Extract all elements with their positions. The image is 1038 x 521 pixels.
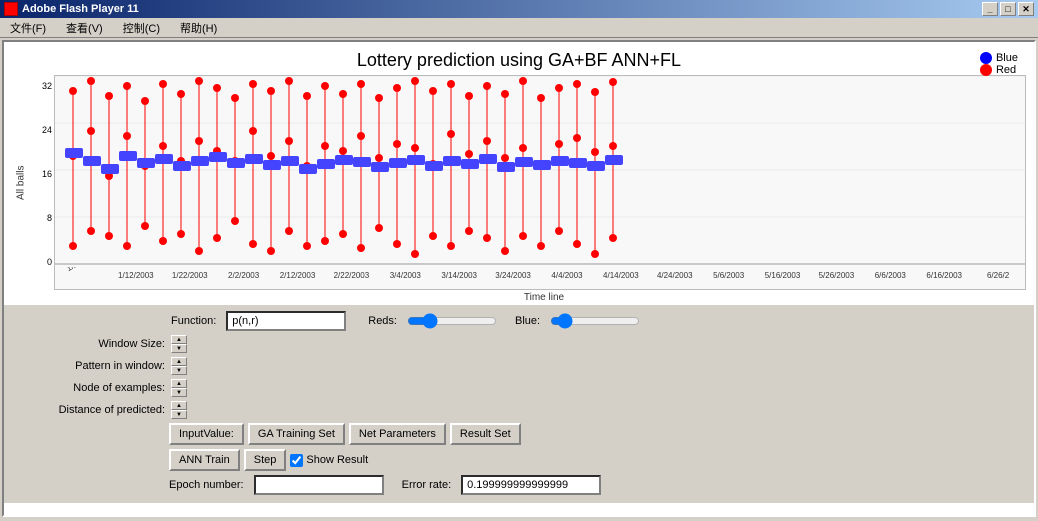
menu-help[interactable]: 帮助(H) <box>174 18 223 38</box>
distance-spinner: ▲ ▼ <box>171 401 187 419</box>
legend-red: Red <box>980 64 1018 76</box>
pattern-down[interactable]: ▼ <box>171 366 187 375</box>
show-result-checkbox[interactable] <box>290 454 303 467</box>
chart-legend: Blue Red <box>980 52 1018 76</box>
window-controls: _ □ ✕ <box>982 2 1034 16</box>
x-tick-5: 2/12/2003 <box>271 271 325 289</box>
function-row: Function: Reds: Blue: <box>20 311 1018 331</box>
node-down[interactable]: ▼ <box>171 388 187 397</box>
y-tick-16: 16 <box>30 169 52 179</box>
x-tick-13: 5/6/2003 <box>702 271 756 289</box>
y-tick-8: 8 <box>30 213 52 223</box>
distance-up[interactable]: ▲ <box>171 401 187 410</box>
x-tick-4: 2/2/2003 <box>217 271 271 289</box>
restore-button[interactable]: □ <box>1000 2 1016 16</box>
window-size-row: Window Size: ▲ ▼ <box>20 335 1018 353</box>
error-input[interactable] <box>461 475 601 495</box>
y-axis-ticks: 32 24 16 8 0 <box>30 79 54 269</box>
window-size-down[interactable]: ▼ <box>171 344 187 353</box>
close-button[interactable]: ✕ <box>1018 2 1034 16</box>
pattern-row: Pattern in window: ▲ ▼ <box>20 357 1018 375</box>
x-tick-3: 1/22/2003 <box>163 271 217 289</box>
title-bar: Adobe Flash Player 11 _ □ ✕ <box>0 0 1038 18</box>
function-input[interactable] <box>226 311 346 331</box>
app-icon <box>4 2 18 16</box>
x-tick-16: 6/6/2003 <box>863 271 917 289</box>
minimize-button[interactable]: _ <box>982 2 998 16</box>
window-size-up[interactable]: ▲ <box>171 335 187 344</box>
x-tick-12: 4/24/2003 <box>648 271 702 289</box>
x-tick-15: 5/26/2003 <box>809 271 863 289</box>
x-tick-7: 3/4/2003 <box>378 271 432 289</box>
menu-file[interactable]: 文件(F) <box>4 18 52 38</box>
blue-slider[interactable] <box>550 314 640 328</box>
reds-label: Reds: <box>368 315 397 327</box>
x-tick-2: 1/12/2003 <box>109 271 163 289</box>
x-tick-9: 3/24/2003 <box>486 271 540 289</box>
show-result-text: Show Result <box>306 454 368 466</box>
buttons-row-1: InputValue: GA Training Set Net Paramete… <box>169 423 1018 445</box>
distance-row: Distance of predicted: ▲ ▼ <box>20 401 1018 419</box>
epoch-input[interactable] <box>254 475 384 495</box>
x-tick-8: 3/14/2003 <box>432 271 486 289</box>
y-tick-0: 0 <box>30 257 52 267</box>
chart-svg <box>55 76 1025 266</box>
step-button[interactable]: Step <box>244 449 287 471</box>
legend-blue: Blue <box>980 52 1018 64</box>
epoch-row: Epoch number: Error rate: <box>169 475 1018 495</box>
menu-bar: 文件(F) 查看(V) 控制(C) 帮助(H) <box>0 18 1038 38</box>
menu-view[interactable]: 查看(V) <box>60 18 109 38</box>
pattern-up[interactable]: ▲ <box>171 357 187 366</box>
input-value-button[interactable]: InputValue: <box>169 423 244 445</box>
function-text-label: Function: <box>171 315 216 327</box>
chart-title: Lottery prediction using GA+BF ANN+FL <box>4 42 1034 75</box>
result-set-button[interactable]: Result Set <box>450 423 521 445</box>
show-result-label: Show Result <box>290 449 368 471</box>
node-up[interactable]: ▲ <box>171 379 187 388</box>
red-dot <box>980 64 992 76</box>
y-tick-24: 24 <box>30 125 52 135</box>
distance-label: Distance of predicted: <box>20 404 165 416</box>
x-tick-18: 6/26/2 <box>971 271 1025 289</box>
error-label: Error rate: <box>402 479 452 491</box>
window-title: Adobe Flash Player 11 <box>22 3 139 15</box>
ga-training-button[interactable]: GA Training Set <box>248 423 345 445</box>
x-tick-14: 5/16/2003 <box>756 271 810 289</box>
x-tick-1: 1/2/2003 <box>55 267 111 287</box>
blue-label: Blue <box>996 52 1018 64</box>
blue-label-ctrl: Blue: <box>515 315 540 327</box>
distance-down[interactable]: ▼ <box>171 410 187 419</box>
node-row: Node of examples: ▲ ▼ <box>20 379 1018 397</box>
chart-area: 1/2/2003 1/12/2003 1/22/2003 2/2/2003 2/… <box>54 75 1026 290</box>
pattern-spinner: ▲ ▼ <box>171 357 187 375</box>
epoch-label: Epoch number: <box>169 479 244 491</box>
menu-control[interactable]: 控制(C) <box>117 18 166 38</box>
buttons-row-2: ANN Train Step Show Result <box>169 449 1018 471</box>
y-axis-label: All balls <box>12 75 30 290</box>
net-params-button[interactable]: Net Parameters <box>349 423 446 445</box>
x-axis-ticks: 1/2/2003 1/12/2003 1/22/2003 2/2/2003 2/… <box>55 267 1025 289</box>
x-tick-11: 4/14/2003 <box>594 271 648 289</box>
red-label: Red <box>996 64 1016 76</box>
red-series <box>65 77 623 258</box>
y-tick-32: 32 <box>30 81 52 91</box>
x-axis-label: Time line <box>54 290 1034 303</box>
blue-dot <box>980 52 992 64</box>
window-size-spinner: ▲ ▼ <box>171 335 187 353</box>
pattern-label: Pattern in window: <box>20 360 165 372</box>
reds-slider[interactable] <box>407 314 497 328</box>
window-size-label: Window Size: <box>20 338 165 350</box>
node-label: Node of examples: <box>20 382 165 394</box>
x-tick-6: 2/22/2003 <box>324 271 378 289</box>
node-spinner: ▲ ▼ <box>171 379 187 397</box>
ann-train-button[interactable]: ANN Train <box>169 449 240 471</box>
x-tick-17: 6/16/2003 <box>917 271 971 289</box>
x-tick-10: 4/4/2003 <box>540 271 594 289</box>
controls-panel: Function: Reds: Blue: Window Size: ▲ ▼ P… <box>4 305 1034 503</box>
